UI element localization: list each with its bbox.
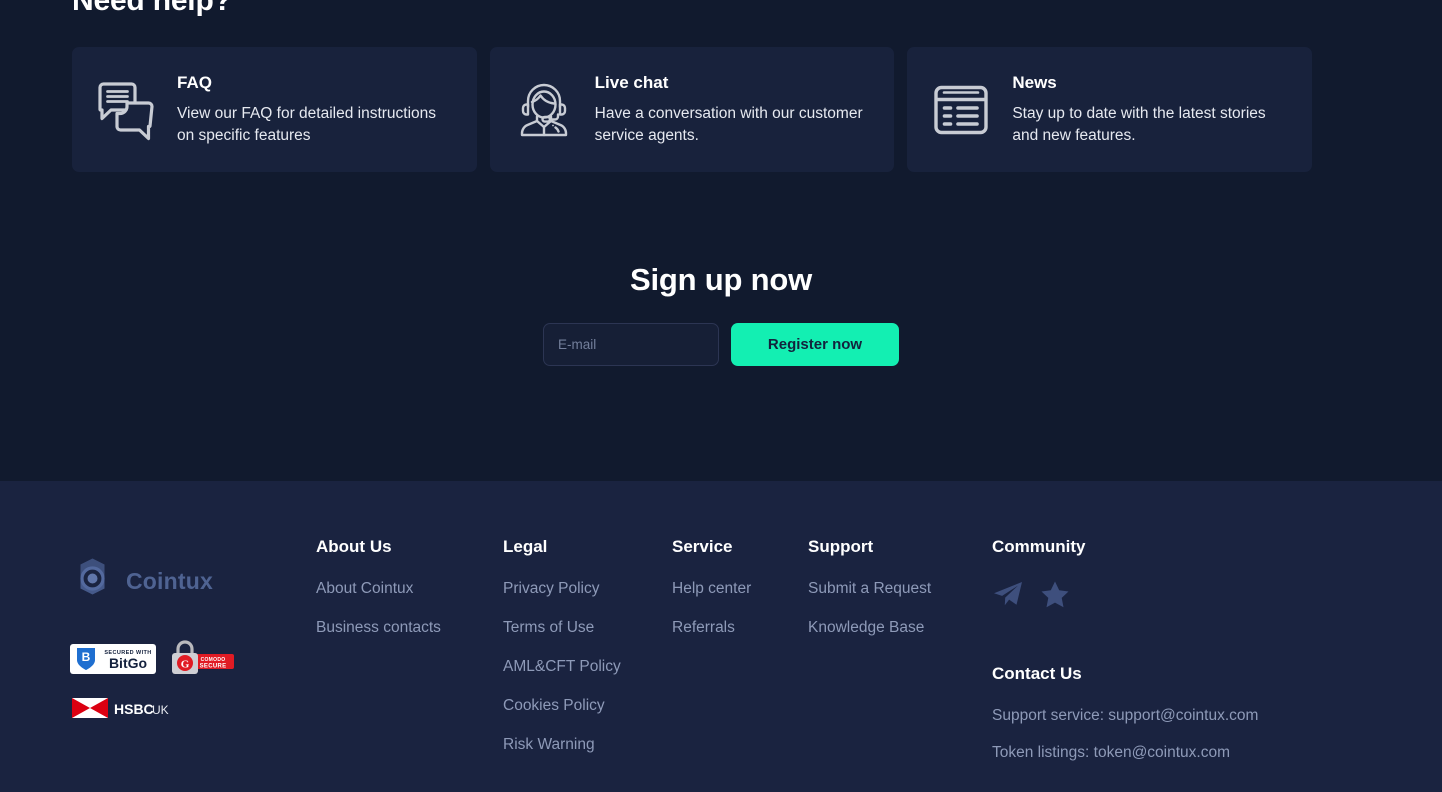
- svg-text:BitGo: BitGo: [109, 655, 147, 671]
- footer-link-knowledge-base[interactable]: Knowledge Base: [808, 619, 931, 637]
- footer-link-referrals[interactable]: Referrals: [672, 619, 751, 637]
- footer-link-submit-a-request[interactable]: Submit a Request: [808, 580, 931, 598]
- footer-column-title: Legal: [503, 537, 548, 556]
- star-icon[interactable]: [1040, 580, 1070, 613]
- bitgo-badge: B SECURED WITH BitGo: [70, 642, 156, 681]
- help-cards-row: FAQ View our FAQ for detailed instructio…: [72, 47, 1313, 172]
- hsbc-uk-badge: HSBC UK: [70, 694, 234, 722]
- brand-name: Cointux: [126, 567, 213, 594]
- help-card-text: FAQ View our FAQ for detailed instructio…: [177, 73, 462, 147]
- help-card-live-chat[interactable]: Live chat Have a conversation with our c…: [489, 47, 895, 172]
- footer-brand-column: Cointux B SECURED WITH BitGo COMODO SECU…: [70, 556, 234, 722]
- help-card-faq[interactable]: FAQ View our FAQ for detailed instructio…: [72, 47, 477, 172]
- comodo-secure-badge: COMODO SECURE G: [168, 640, 234, 683]
- footer-column-support: Support Submit a Request Knowledge Base: [808, 537, 931, 637]
- footer-column-about-us: About Us About Cointux Business contacts: [316, 537, 441, 637]
- help-card-text: News Stay up to date with the latest sto…: [1012, 73, 1297, 147]
- footer-contact-us: Contact Us Support service: support@coin…: [992, 664, 1258, 781]
- help-card-description: Have a conversation with our customer se…: [594, 104, 863, 144]
- contact-support-service[interactable]: Support service: support@cointux.com: [992, 707, 1258, 725]
- chat-bubbles-icon: [94, 78, 158, 142]
- footer-link-risk-warning[interactable]: Risk Warning: [503, 736, 621, 754]
- help-card-title: Live chat: [594, 72, 669, 92]
- community-social-icons: [992, 580, 1086, 613]
- need-help-section: Need help? FAQ View our FAQ for detailed…: [0, 0, 1442, 481]
- footer-link-about-cointux[interactable]: About Cointux: [316, 580, 441, 598]
- footer-link-privacy-policy[interactable]: Privacy Policy: [503, 580, 621, 598]
- cointux-logo-icon: [70, 556, 115, 606]
- site-footer: Cointux B SECURED WITH BitGo COMODO SECU…: [0, 481, 1442, 792]
- news-list-icon: [929, 78, 993, 142]
- page-root: Need help? FAQ View our FAQ for detailed…: [0, 0, 1442, 792]
- email-input[interactable]: [543, 323, 719, 366]
- signup-form: Register now: [0, 323, 1442, 366]
- footer-link-business-contacts[interactable]: Business contacts: [316, 619, 441, 637]
- footer-column-legal: Legal Privacy Policy Terms of Use AML&CF…: [503, 537, 621, 754]
- svg-text:UK: UK: [152, 703, 169, 717]
- footer-link-cookies-policy[interactable]: Cookies Policy: [503, 697, 621, 715]
- footer-column-title: Community: [992, 537, 1086, 556]
- svg-text:COMODO: COMODO: [201, 657, 226, 663]
- footer-column-community: Community: [992, 537, 1086, 613]
- help-card-description: Stay up to date with the latest stories …: [1012, 104, 1266, 144]
- help-card-title: FAQ: [177, 72, 212, 92]
- footer-column-title: Service: [672, 537, 733, 556]
- svg-text:HSBC: HSBC: [114, 701, 154, 717]
- help-card-description: View our FAQ for detailed instructions o…: [177, 104, 437, 144]
- signup-title: Sign up now: [629, 262, 813, 297]
- signup-section: Sign up now Register now: [0, 262, 1442, 366]
- trust-badges: B SECURED WITH BitGo COMODO SECURE G HSB…: [70, 640, 234, 722]
- help-card-news[interactable]: News Stay up to date with the latest sto…: [907, 47, 1313, 172]
- footer-column-title: About Us: [316, 537, 392, 556]
- contact-token-listings[interactable]: Token listings: token@cointux.com: [992, 744, 1258, 762]
- footer-column-service: Service Help center Referrals: [672, 537, 751, 637]
- footer-link-help-center[interactable]: Help center: [672, 580, 751, 598]
- svg-text:G: G: [181, 659, 190, 671]
- telegram-icon[interactable]: [992, 580, 1024, 613]
- footer-link-terms-of-use[interactable]: Terms of Use: [503, 619, 621, 637]
- register-now-button[interactable]: Register now: [731, 323, 899, 366]
- support-agent-headset-icon: [512, 78, 576, 142]
- footer-link-aml-cft-policy[interactable]: AML&CFT Policy: [503, 658, 621, 676]
- page-title: Need help?: [72, 0, 232, 17]
- svg-text:SECURE: SECURE: [200, 664, 227, 670]
- footer-column-title: Support: [808, 537, 874, 556]
- help-card-title: News: [1012, 72, 1057, 92]
- svg-text:B: B: [82, 650, 91, 664]
- brand-logo[interactable]: Cointux: [70, 556, 234, 606]
- help-card-text: Live chat Have a conversation with our c…: [595, 73, 880, 147]
- contact-us-title: Contact Us: [992, 664, 1082, 683]
